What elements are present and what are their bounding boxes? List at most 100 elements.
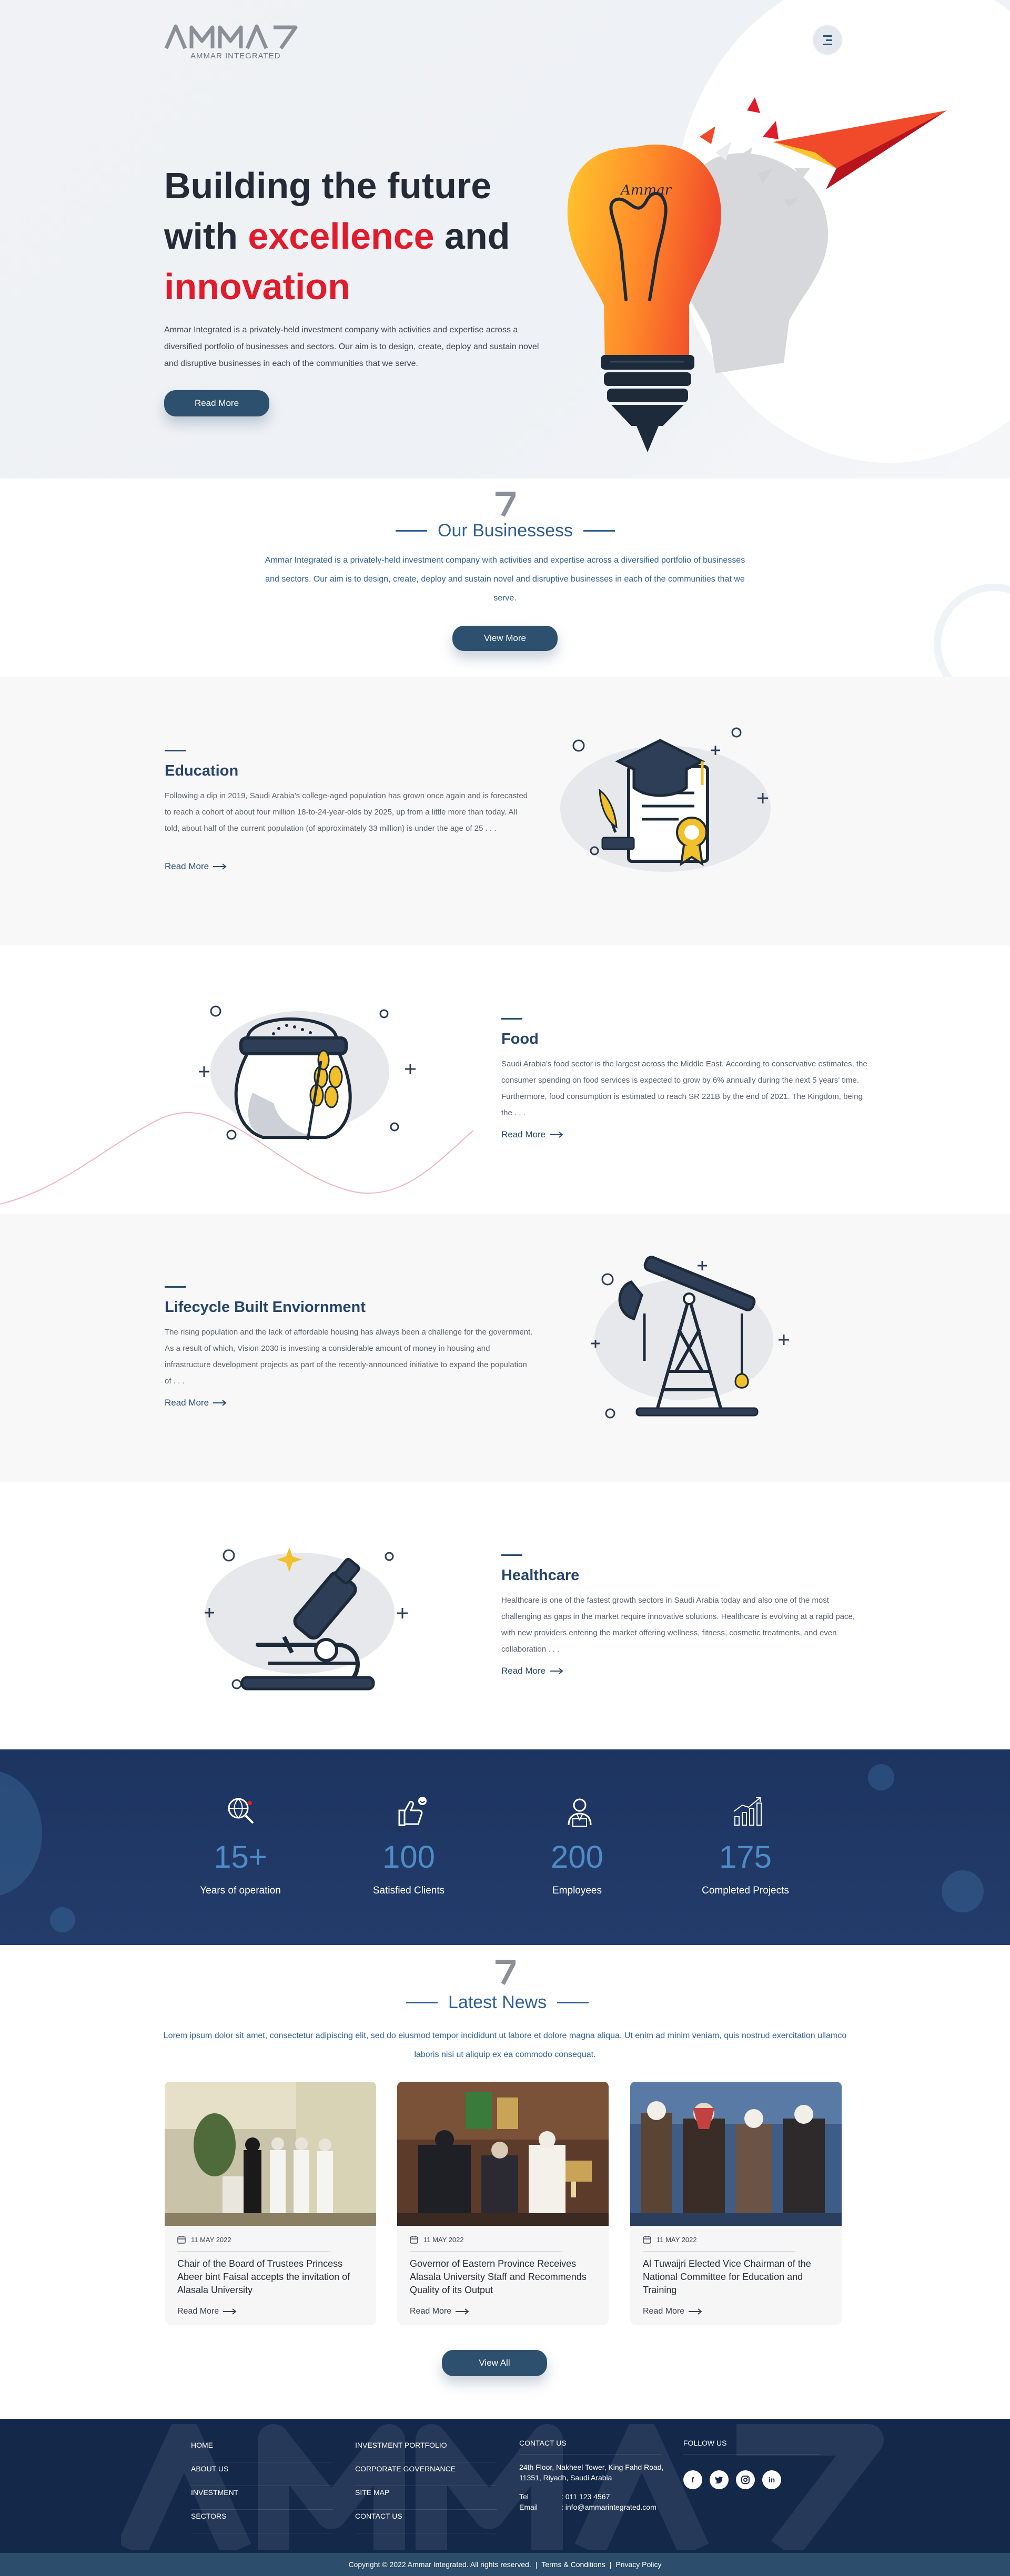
footer-link-portfolio[interactable]: INVESTMENT PORTFOLIO [355, 2439, 497, 2462]
businesses-description: Ammar Integrated is a privately-held inv… [265, 556, 745, 603]
footer-phone-value[interactable]: : 011 123 4567 [561, 2491, 610, 2502]
sector-dash [165, 750, 186, 751]
decorative-bubble [50, 1907, 75, 1932]
oil-pump-icon [591, 1256, 789, 1419]
copyright-bar: Copyright © 2022 Ammar Integrated. All r… [0, 2553, 1010, 2576]
logo[interactable]: AMMAR INTEGRATED [164, 23, 301, 60]
sector-description: Healthcare is one of the fastest growth … [501, 1596, 855, 1654]
businesses-title-text: Our Businessess [438, 521, 573, 541]
decorative-wave-line [0, 1112, 474, 1205]
footer-contact-heading: CONTACT US [519, 2439, 661, 2455]
footer-link-sitemap[interactable]: SITE MAP [355, 2486, 497, 2510]
news-date: 11 MAY 2022 [177, 2235, 231, 2244]
footer-column-main: HOME ABOUT US INVESTMENT SECTORS [191, 2439, 333, 2533]
lightbulb-rocket-illustration: Ammar [567, 97, 947, 452]
hero-title: Building the future with excellence and … [164, 160, 564, 312]
read-more-label: Read More [165, 861, 209, 871]
privacy-link[interactable]: Privacy Policy [615, 2560, 661, 2569]
footer-link-home[interactable]: HOME [191, 2439, 333, 2462]
title-left-line [406, 2002, 438, 2003]
hero-section: AMMAR INTEGRATED Building the future wit… [0, 0, 1010, 478]
footer-email: Email: info@ammarintegrated.com [519, 2502, 666, 2512]
hamburger-menu-button[interactable] [813, 25, 842, 55]
arrow-right-icon [223, 2308, 237, 2315]
seven-logo-icon [496, 1960, 516, 1985]
sector-education: Education Following a dip in 2019, Saudi… [0, 677, 1010, 945]
news-photo [165, 2082, 376, 2226]
view-more-button[interactable]: View More [452, 626, 558, 651]
stats-section: 15+ Years of operation 100 Satisfied Cli… [0, 1749, 1010, 1945]
thumbs-up-icon [398, 1797, 427, 1826]
footer-phone-label: Tel [519, 2492, 529, 2501]
hero-read-more-button[interactable]: Read More [164, 390, 269, 416]
growth-chart-icon [733, 1797, 762, 1826]
footer-link-sectors[interactable]: SECTORS [191, 2510, 333, 2533]
menu-line-icon [823, 43, 832, 45]
stat-value: 200 [550, 1839, 604, 1875]
logo-mark-icon [164, 24, 298, 50]
sector-read-more-link[interactable]: Read More [165, 1398, 227, 1408]
hero-title-excellence: excellence [248, 216, 435, 257]
stat-label: Years of operation [200, 1885, 281, 1896]
hero-title-with: with [164, 216, 248, 257]
sector-read-more-link[interactable]: Read More [501, 1666, 563, 1676]
footer-phone: Tel : 011 123 4567 [519, 2491, 666, 2502]
arrow-right-icon [550, 1668, 563, 1674]
globe-search-icon [228, 1798, 254, 1824]
news-read-more-link[interactable]: Read More [410, 2307, 469, 2316]
calendar-icon [410, 2236, 418, 2244]
linkedin-icon[interactable]: in [762, 2470, 781, 2489]
facebook-icon[interactable]: f [683, 2470, 702, 2489]
footer-link-contact[interactable]: CONTACT US [355, 2510, 497, 2533]
title-right-line [557, 2002, 589, 2003]
news-date-text: 11 MAY 2022 [191, 2235, 231, 2244]
read-more-label: Read More [643, 2307, 685, 2316]
calendar-icon [643, 2236, 651, 2244]
microscope-icon [205, 1547, 408, 1691]
stat-value: 15+ [214, 1839, 267, 1875]
news-card[interactable]: 11 MAY 2022 Governor of Eastern Province… [397, 2082, 609, 2325]
sector-description: The rising population and the lack of af… [165, 1328, 533, 1386]
hero-title-and: and [434, 216, 510, 257]
news-section: Latest News Lorem ipsum dolor sit amet, … [0, 1945, 1010, 2418]
seven-logo-icon [496, 492, 516, 517]
hero-title-line1: Building the future [164, 165, 492, 206]
news-divider [643, 2251, 795, 2252]
news-card[interactable]: 11 MAY 2022 Chair of the Board of Truste… [165, 2082, 376, 2325]
decorative-bubble [868, 1764, 894, 1790]
read-more-label: Read More [177, 2307, 219, 2316]
bulb-brand-text: Ammar [620, 182, 672, 198]
sector-title: Education [165, 762, 239, 779]
sector-read-more-link[interactable]: Read More [165, 861, 227, 872]
news-title: Chair of the Board of Trustees Princess … [177, 2258, 350, 2295]
news-card[interactable]: 11 MAY 2022 Al Tuwaijri Elected Vice Cha… [630, 2082, 842, 2325]
separator: | [535, 2560, 538, 2569]
social-links: f in [683, 2470, 820, 2489]
footer-link-investment[interactable]: INVESTMENT [191, 2486, 333, 2510]
terms-link[interactable]: Terms & Conditions [541, 2560, 605, 2569]
news-date-text: 11 MAY 2022 [656, 2235, 697, 2244]
page: AMMAR INTEGRATED Building the future wit… [0, 0, 1010, 2576]
footer-email-value[interactable]: : info@ammarintegrated.com [561, 2502, 656, 2512]
sector-description: Following a dip in 2019, Saudi Arabia's … [165, 791, 528, 833]
sector-healthcare: Healthcare Healthcare is one of the fast… [0, 1482, 1010, 1750]
copyright-text: Copyright © 2022 Ammar Integrated. All r… [348, 2560, 531, 2569]
news-title: Latest News [406, 1992, 589, 2013]
twitter-icon[interactable] [710, 2470, 729, 2489]
sector-dash [501, 1018, 522, 1020]
footer-column-secondary: INVESTMENT PORTFOLIO CORPORATE GOVERNANC… [355, 2439, 497, 2533]
stat-value: 100 [382, 1839, 436, 1875]
stat-label: Completed Projects [702, 1885, 789, 1896]
businesses-intro-section: Our Businessess Ammar Integrated is a pr… [0, 478, 1010, 677]
news-read-more-link[interactable]: Read More [177, 2307, 237, 2316]
instagram-icon[interactable] [736, 2470, 755, 2489]
news-divider [177, 2251, 330, 2252]
view-all-button[interactable]: View All [442, 2350, 547, 2376]
calendar-icon [177, 2236, 186, 2244]
menu-line-icon [823, 35, 832, 37]
news-read-more-link[interactable]: Read More [643, 2307, 702, 2316]
graduation-diploma-icon [560, 727, 771, 872]
footer-link-about[interactable]: ABOUT US [191, 2462, 333, 2486]
footer-link-governance[interactable]: CORPORATE GOVERNANCE [355, 2462, 497, 2486]
news-description: Lorem ipsum dolor sit amet, consectetur … [163, 2031, 847, 2059]
